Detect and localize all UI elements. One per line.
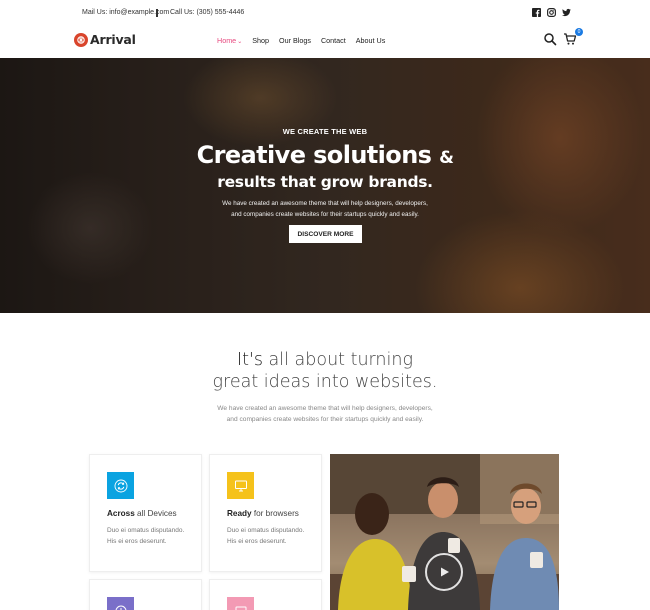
about-desc-line2: and companies create websites for their … <box>226 416 424 423</box>
feature-title: Across all Devices <box>107 509 177 518</box>
nav-item-shop[interactable]: Shop <box>252 36 269 45</box>
about-desc-line1: We have created an awesome theme that wi… <box>217 405 433 412</box>
image-icon <box>227 597 254 610</box>
sync-icon <box>107 472 134 499</box>
top-bar: Mail Us: info@example.com Call Us: (305)… <box>0 0 650 26</box>
brand-name: Arrival <box>90 32 136 47</box>
nav-item-label: Home <box>217 36 237 45</box>
feature-text: Duo ei omatus disputando. His ei eros de… <box>227 527 305 545</box>
clock-icon <box>107 597 134 610</box>
hero-headline-line2: results that grow brands. <box>217 173 433 191</box>
feature-card-3[interactable] <box>89 579 202 610</box>
discover-more-button[interactable]: DISCOVER MORE <box>289 225 362 243</box>
hero-desc-line1: We have created an awesome theme that wi… <box>222 200 428 207</box>
hero-headline-amp: & <box>439 148 454 168</box>
divider <box>156 9 158 17</box>
about-title-rest: all about turning <box>262 350 413 370</box>
hero-headline: Creative solutions & results that grow b… <box>0 142 650 192</box>
feature-title-bold: Ready <box>227 509 252 518</box>
nav-item-contact[interactable]: Contact <box>321 36 346 45</box>
nav-menu: Home⌄ Shop Our Blogs Contact About Us <box>217 36 395 45</box>
about-title: It's all about turning great ideas into … <box>0 349 650 393</box>
brand-logo[interactable]: Arrival <box>74 32 136 47</box>
twitter-icon[interactable] <box>560 6 572 18</box>
instagram-icon[interactable] <box>545 6 557 18</box>
about-title-strong: It's <box>237 350 263 370</box>
nav-item-home[interactable]: Home⌄ <box>217 36 242 45</box>
main-nav: Arrival Home⌄ Shop Our Blogs Contact Abo… <box>0 26 650 58</box>
hero-banner: WE CREATE THE WEB Creative solutions & r… <box>0 58 650 313</box>
about-title-line2: great ideas into websites. <box>212 372 438 392</box>
logo-mark-icon <box>74 32 88 47</box>
cart-count-badge: 0 <box>575 28 583 36</box>
hero-description: We have created an awesome theme that wi… <box>0 198 650 220</box>
feature-title: Ready for browsers <box>227 509 299 518</box>
phone-contact[interactable]: Call Us: (305) 555-4446 <box>170 9 244 16</box>
hero-desc-line2: and companies create websites for their … <box>231 211 419 218</box>
search-icon[interactable] <box>543 32 557 46</box>
feature-card-4[interactable] <box>209 579 322 610</box>
feature-text: Duo ei omatus disputando. His ei eros de… <box>107 527 185 545</box>
nav-item-blogs[interactable]: Our Blogs <box>279 36 311 45</box>
feature-title-bold: Across <box>107 509 135 518</box>
play-icon <box>441 567 449 577</box>
about-description: We have created an awesome theme that wi… <box>0 403 650 425</box>
monitor-icon <box>227 472 254 499</box>
hero-headline-line1: Creative solutions <box>196 141 432 169</box>
feature-title-rest: for browsers <box>251 509 299 518</box>
video-play-button[interactable] <box>425 553 463 591</box>
hero-eyebrow: WE CREATE THE WEB <box>282 127 368 136</box>
feature-card-devices[interactable]: Across all Devices Duo ei omatus disputa… <box>89 454 202 572</box>
feature-title-rest: all Devices <box>134 509 177 518</box>
facebook-icon[interactable] <box>530 6 542 18</box>
feature-card-browsers[interactable]: Ready for browsers Duo ei omatus disputa… <box>209 454 322 572</box>
nav-item-about[interactable]: About Us <box>356 36 386 45</box>
chevron-down-icon: ⌄ <box>237 39 243 45</box>
